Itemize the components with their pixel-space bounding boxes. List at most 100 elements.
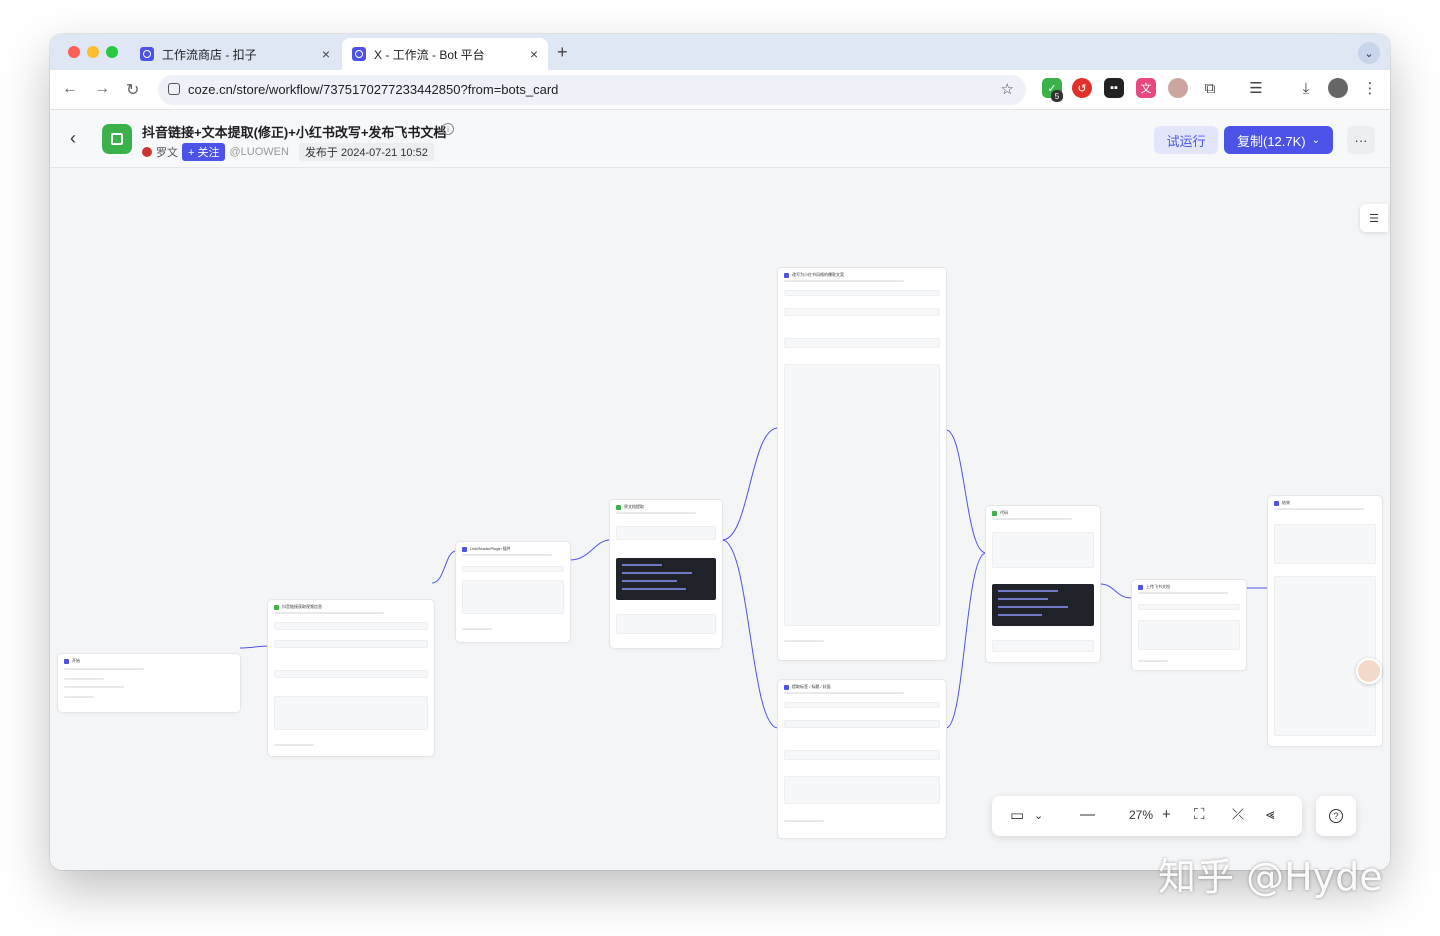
close-tab-icon[interactable]: × [530,46,538,62]
node-reader[interactable]: LinkReaderPlugin 插件 [456,542,570,642]
tab-label: X - 工作流 - Bot 平台 [374,47,485,62]
node-tabs[interactable] [784,702,940,708]
chevron-down-icon[interactable]: ⌄ [1034,809,1043,822]
node-model[interactable] [784,720,940,728]
reading-list-icon[interactable]: ☰ [1246,78,1266,98]
close-window-button[interactable] [68,46,80,58]
node-title: 抖音链接获取视频信息 [282,604,322,609]
node-tabs[interactable] [1138,604,1240,610]
node-output [1138,660,1168,662]
extension-translate-icon[interactable]: 文 [1136,78,1156,98]
author-avatar-icon [142,147,152,157]
node-title: LinkReaderPlugin 插件 [470,546,511,551]
node-llm2[interactable]: 提取标签 / 标题 / 封面 [778,680,946,838]
node-end[interactable]: 结束 [1268,496,1382,746]
browser-menu-icon[interactable]: ⋮ [1360,78,1380,98]
more-options-button[interactable]: ··· [1347,126,1375,154]
node-start[interactable]: 开始 [58,654,240,712]
layout-icon[interactable]: ⪡ [1266,806,1274,823]
tab-search-chevron-icon[interactable]: ⌄ [1358,42,1380,64]
node-title: 上传飞书文档 [1146,584,1170,589]
help-button[interactable]: ? [1316,796,1356,836]
node-code[interactable]: 代码 [986,506,1100,662]
url-text[interactable]: coze.cn/store/workflow/73751702772334428… [188,82,558,97]
chevron-down-icon: ⌄ [1311,134,1321,146]
address-bar[interactable]: coze.cn/store/workflow/73751702772334428… [158,75,1026,105]
tab-store[interactable]: 工作流商店 - 扣子 × [130,38,340,70]
tab-strip: 工作流商店 - 扣子 × X - 工作流 - Bot 平台 × + ⌄ [50,34,1390,70]
zoom-in-button[interactable]: + [1162,806,1171,823]
profile-avatar-icon[interactable] [1328,78,1348,98]
node-inputs[interactable] [462,580,564,614]
node-inputs[interactable] [992,532,1094,568]
zoom-out-button[interactable]: — [1080,806,1095,823]
watermark: 知乎 @Hyde [1158,855,1383,899]
node-input[interactable] [784,338,940,348]
node-answer[interactable] [1274,576,1376,736]
back-arrow-icon[interactable]: ← [62,80,78,98]
zoom-toolbar: ▭ ⌄ — 27% + ⛶ ⤫ ⪡ [992,796,1302,836]
copy-workflow-button[interactable]: 复制(12.7K) ⌄ [1224,126,1333,154]
extensions-puzzle-icon[interactable]: ⧉ [1200,78,1220,98]
plugin-icon [462,546,467,552]
info-icon[interactable]: i [442,123,454,135]
bookmark-star-icon[interactable]: ☆ [1001,80,1014,98]
code-editor[interactable] [616,558,716,600]
node-model[interactable] [784,308,940,316]
author-meta: 罗文 + 关注 @LUOWEN 发布于 2024-07-21 10:52 [142,143,434,161]
node-row [64,686,124,688]
zoom-window-button[interactable] [106,46,118,58]
tab-workflow[interactable]: X - 工作流 - Bot 平台 × [342,38,548,70]
node-title: 原文档提取 [624,504,644,509]
llm-icon [784,684,789,690]
edge-extract-llm2 [721,539,779,729]
author-name[interactable]: 罗文 [156,144,178,160]
node-prompt[interactable] [784,776,940,804]
new-tab-button[interactable]: + [557,42,568,63]
assistant-avatar[interactable] [1356,658,1382,684]
fit-view-icon[interactable]: ⛶ [1194,806,1205,823]
workflow-canvas[interactable]: ☰ 开始 抖音链接获取视频信息 LinkReaderPlugin 插件 原文档提… [50,168,1390,870]
collapse-icon[interactable]: ⤫ [1232,806,1244,823]
plugin-icon [274,604,279,610]
minimize-window-button[interactable] [87,46,99,58]
test-run-button[interactable]: 试运行 [1154,126,1218,154]
help-icon: ? [1329,809,1343,823]
node-title: 结束 [1282,500,1290,505]
node-tabs[interactable] [462,566,564,572]
edge-douyin-reader [431,550,457,584]
follow-button[interactable]: + 关注 [182,143,226,161]
node-outputs[interactable] [1274,524,1376,564]
node-input[interactable] [274,670,428,678]
minimap-icon[interactable]: ▭ [1010,806,1024,824]
node-header: 原文档提取 [616,504,644,510]
download-icon[interactable]: ⤓ [1296,78,1316,98]
extension-binoculars-icon[interactable]: ▪▪ [1104,78,1124,98]
node-input[interactable] [784,750,940,760]
site-info-icon[interactable] [168,83,180,95]
node-feishu[interactable]: 上传飞书文档 [1132,580,1246,670]
node-desc [274,612,384,614]
node-tabs[interactable] [274,622,428,630]
node-douyin[interactable]: 抖音链接获取视频信息 [268,600,434,756]
node-prompt[interactable] [784,364,940,626]
reload-icon[interactable]: ↻ [126,80,139,100]
node-tabs[interactable] [784,290,940,296]
tab-label: 工作流商店 - 扣子 [162,47,257,62]
close-tab-icon[interactable]: × [322,46,330,62]
end-icon [1274,500,1279,506]
back-chevron-icon[interactable]: ‹ [70,128,76,149]
node-outputs [616,614,716,634]
node-header: 结束 [1274,500,1290,506]
extension-avatar-icon[interactable] [1168,78,1188,98]
node-llm1[interactable]: 改写为小红书风格的爆款文案 [778,268,946,660]
node-prompt[interactable] [274,696,428,730]
node-inputs[interactable] [616,526,716,540]
node-model[interactable] [274,640,428,648]
code-editor[interactable] [992,584,1094,626]
forward-arrow-icon[interactable]: → [94,80,110,98]
node-extract[interactable]: 原文档提取 [610,500,722,648]
extension-red-icon[interactable]: ↺ [1072,78,1092,98]
node-header: 提取标签 / 标题 / 封面 [784,684,831,690]
node-inputs[interactable] [1138,620,1240,650]
